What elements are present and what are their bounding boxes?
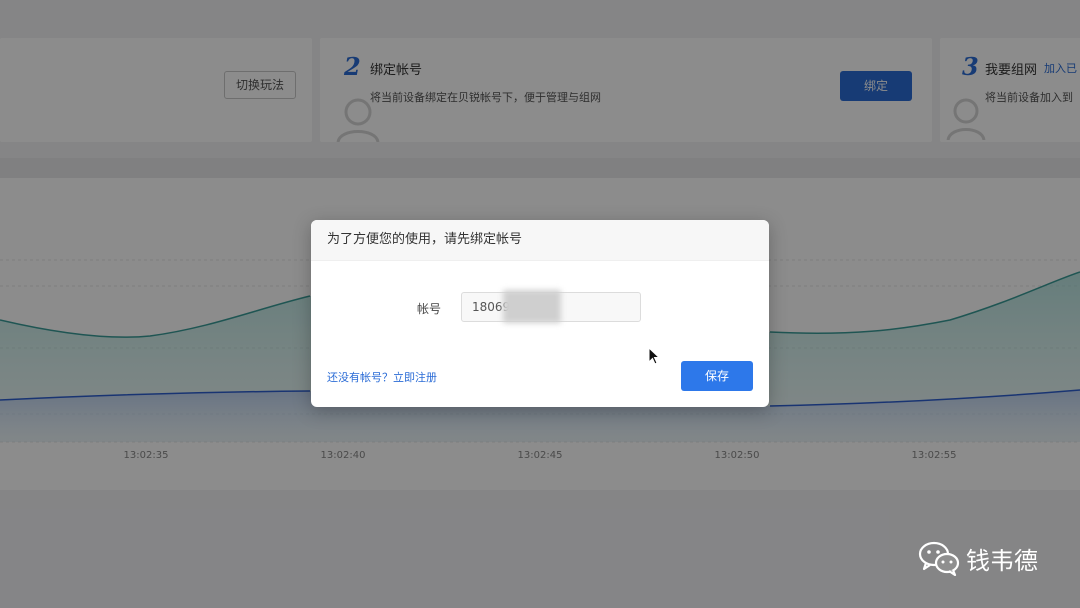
account-label: 帐号 [417,302,442,316]
mouse-cursor-icon [648,347,661,365]
redacted-mask [503,290,561,323]
save-button[interactable]: 保存 [681,361,753,391]
wechat-icon [918,541,960,576]
register-link[interactable]: 还没有帐号？立即注册 [327,369,437,385]
watermark-text: 钱韦德 [966,546,1038,575]
watermark: 钱韦德 [918,540,1038,576]
bind-account-dialog: 为了方便您的使用，请先绑定帐号 帐号 还没有帐号？立即注册 保存 [311,220,769,407]
dialog-title: 为了方便您的使用，请先绑定帐号 [311,220,769,261]
